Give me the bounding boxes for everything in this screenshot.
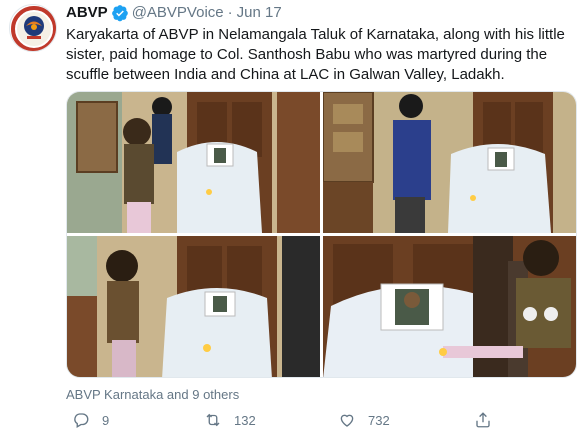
tweet-date[interactable]: Jun 17	[237, 4, 282, 22]
author-handle[interactable]: @ABVPVoice	[132, 4, 224, 22]
reply-icon	[74, 413, 89, 428]
like-count: 732	[368, 412, 390, 428]
reply-count: 9	[102, 412, 110, 428]
abvp-logo	[11, 6, 56, 51]
share-icon	[476, 412, 490, 428]
photo-3[interactable]	[67, 236, 320, 377]
heart-icon	[340, 414, 354, 427]
photo-4-image	[323, 236, 576, 377]
verified-badge-icon	[111, 5, 128, 22]
photo-3-image	[67, 236, 320, 377]
tweet-text: Karyakarta of ABVP in Nelamangala Taluk …	[66, 26, 565, 83]
photo-4[interactable]	[323, 236, 576, 377]
reply-button[interactable]: 9	[72, 411, 109, 429]
like-button[interactable]: 732	[338, 411, 390, 429]
avatar[interactable]	[9, 4, 57, 52]
separator: ·	[227, 4, 233, 21]
share-button[interactable]	[474, 411, 504, 429]
author-name[interactable]: ABVP	[66, 4, 108, 22]
tweet-actions: 9 132 732	[66, 411, 581, 433]
retweet-icon	[206, 413, 220, 427]
tagged-users[interactable]: ABVP Karnataka and 9 others	[66, 387, 239, 403]
retweet-count: 132	[234, 412, 256, 428]
tweet[interactable]: ABVP @ABVPVoice · Jun 17 Karyakarta of A…	[0, 0, 587, 439]
photo-2-image	[323, 92, 576, 233]
photo-1[interactable]	[67, 92, 320, 233]
photo-grid	[66, 91, 577, 378]
photo-2[interactable]	[323, 92, 576, 233]
tweet-header: ABVP @ABVPVoice · Jun 17	[66, 4, 282, 22]
retweet-button[interactable]: 132	[204, 411, 256, 429]
photo-1-image	[67, 92, 320, 233]
